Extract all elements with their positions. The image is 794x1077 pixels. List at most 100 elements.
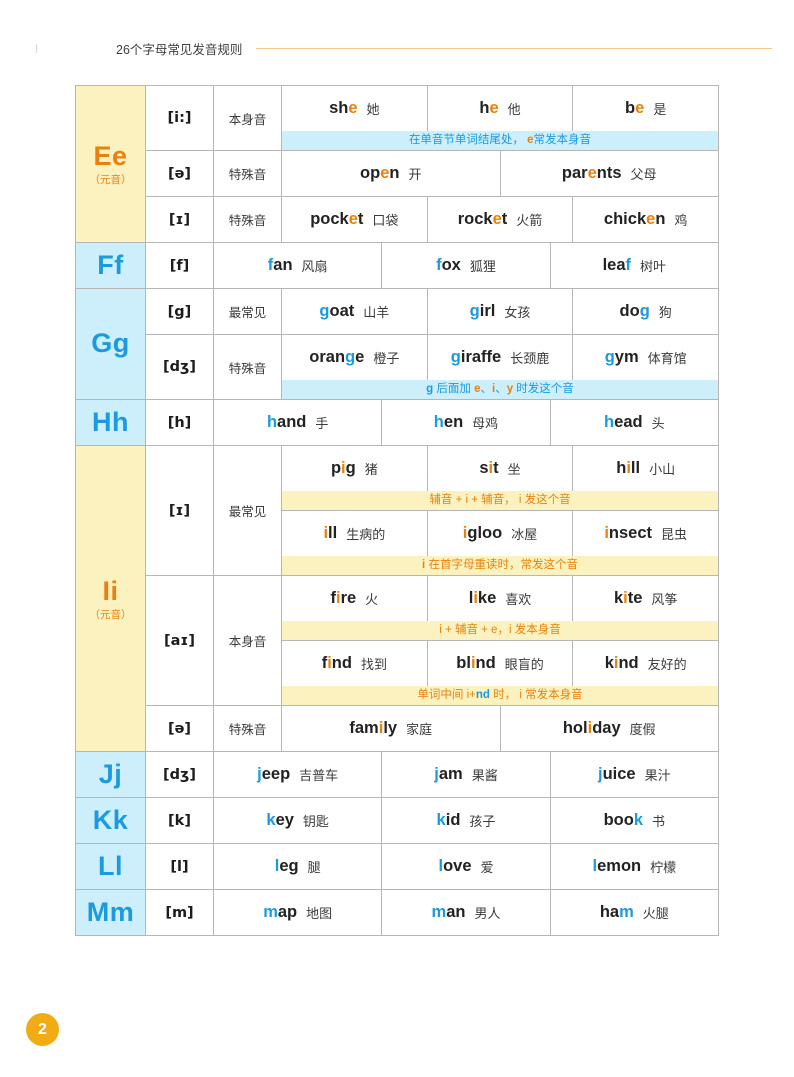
word-english: open — [360, 164, 400, 182]
word-translation: 体育馆 — [647, 351, 687, 366]
phonetic-symbol-cell: [g] — [145, 288, 214, 335]
phonetic-symbol-cell: [ə] — [145, 705, 214, 752]
word-translation: 果酱 — [471, 768, 498, 783]
word-translation: 火 — [365, 592, 379, 607]
phonetic-symbol-cell: [f] — [145, 242, 214, 289]
highlighted-letter: k — [436, 811, 446, 829]
highlighted-letter: e — [489, 99, 499, 117]
highlighted-letter: m — [263, 903, 278, 921]
highlighted-letter: j — [598, 765, 603, 783]
word-english: leg — [274, 857, 299, 875]
examples-cell: pocket 口袋 rocket 火箭 chicken 鸡 — [281, 196, 719, 243]
letter-cell-ll: Ll — [75, 843, 146, 890]
word-translation: 手 — [315, 416, 329, 431]
word-english: family — [349, 719, 398, 737]
examples-cell: goat 山羊 girl 女孩 dog 狗 — [281, 288, 719, 335]
word-english: man — [431, 903, 466, 921]
word-translation: 柠檬 — [650, 860, 677, 875]
example-word: pocket 口袋 — [282, 197, 428, 242]
word-translation: 昆虫 — [661, 527, 688, 542]
letter-label: Kk — [92, 804, 129, 835]
examples-cell: leg 腿 love 爱 lemon 柠檬 — [213, 843, 719, 890]
example-word: leaf 树叶 — [551, 243, 718, 288]
word-english: sit — [479, 459, 499, 477]
example-block: find 找到 blind 眼盲的 kind 友好的 单词中间 i+nd 时， i 常发本身… — [282, 641, 718, 705]
word-english: girl — [469, 302, 496, 320]
letter-label: Gg — [91, 328, 130, 359]
sound-type-cell: 特殊音 — [213, 150, 282, 197]
word-english: head — [604, 413, 643, 431]
word-translation: 吉普车 — [299, 768, 339, 783]
word-english: gym — [604, 348, 639, 366]
sound-type-cell: 特殊音 — [213, 334, 282, 400]
example-word: head 头 — [551, 400, 718, 445]
word-translation: 冰屋 — [511, 527, 538, 542]
example-block: jeep 吉普车 jam 果酱 juice 果汁 — [214, 752, 718, 797]
word-translation: 他 — [507, 102, 521, 117]
rule-note: g 后面加 e、i、y 时发这个音 — [282, 380, 718, 399]
word-english: giraffe — [450, 348, 502, 366]
highlighted-letter: m — [431, 903, 447, 921]
word-english: fire — [330, 589, 357, 607]
example-word: ham 火腿 — [551, 890, 718, 935]
examples-cell: pig 猪 sit 坐 hill 小山 辅音 + i + 辅音， i 发这个音 ill 生病的 i… — [281, 445, 719, 576]
word-english: he — [479, 99, 499, 117]
rule-note: 在单音节单词结尾处， e常发本身音 — [282, 131, 718, 150]
word-translation: 是 — [653, 102, 667, 117]
highlighted-letter: i — [473, 589, 478, 607]
highlighted-letter: i — [604, 524, 609, 542]
word-translation: 地图 — [306, 906, 333, 921]
word-english: she — [329, 99, 358, 117]
highlighted-letter: i — [341, 459, 346, 477]
example-block: fire 火 like 喜欢 kite 风筝 i + 辅音 + e，i 发本身音 — [282, 576, 718, 641]
table-body: Ee （元音） [i:] 本身音 she 她 he 他 be 是在单音节单词结尾处， e常发本身音… — [75, 85, 719, 936]
example-word: find 找到 — [282, 641, 428, 686]
table-row: Hh [h] hand 手 hen 母鸡 head 头 — [75, 399, 719, 446]
example-row: open 开 parents 父母 — [282, 151, 718, 196]
word-english: ill — [323, 524, 338, 542]
examples-cell: jeep 吉普车 jam 果酱 juice 果汁 — [213, 751, 719, 798]
word-english: kind — [604, 654, 639, 672]
word-english: ham — [599, 903, 634, 921]
rule-note: i 在首字母重读时，常发这个音 — [282, 556, 718, 575]
example-block: pocket 口袋 rocket 火箭 chicken 鸡 — [282, 197, 718, 242]
example-word: be 是 — [573, 86, 718, 131]
highlighted-letter: h — [604, 413, 615, 431]
table-row: Gg [g] 最常见 goat 山羊 girl 女孩 dog 狗 — [75, 288, 719, 400]
note-emphasis: e — [474, 383, 481, 395]
phonetic-symbol-cell: [k] — [145, 797, 214, 844]
highlighted-letter: i — [626, 459, 631, 477]
example-word: leg 腿 — [214, 844, 383, 889]
example-word: fox 狐狸 — [382, 243, 551, 288]
word-translation: 火箭 — [516, 213, 543, 228]
word-translation: 小山 — [649, 462, 676, 477]
word-translation: 开 — [408, 167, 422, 182]
pronunciation-rules-table: Ee （元音） [i:] 本身音 she 她 he 他 be 是在单音节单词结尾处， e常发本身音… — [75, 85, 719, 936]
example-word: jam 果酱 — [382, 752, 551, 797]
example-word: open 开 — [282, 151, 501, 196]
example-row: fan 风扇 fox 狐狸 leaf 树叶 — [214, 243, 718, 288]
examples-cell: orange 橙子 giraffe 长颈鹿 gym 体育馆 g 后面加 e、i、y 时发这个… — [281, 334, 719, 400]
word-translation: 找到 — [360, 657, 387, 672]
highlighted-letter: e — [348, 210, 358, 228]
word-translation: 风扇 — [301, 259, 328, 274]
phonetic-symbol-cell: [ə] — [145, 150, 214, 197]
highlighted-letter: f — [436, 256, 442, 274]
examples-cell: key 钥匙 kid 孩子 book 书 — [213, 797, 719, 844]
word-english: orange — [309, 348, 365, 366]
example-word: dog 狗 — [573, 289, 718, 334]
highlighted-letter: g — [345, 348, 356, 366]
table-row: Ii （元音） [ɪ] 最常见 pig 猪 sit 坐 hill 小山 辅音 + i + 辅音， i… — [75, 445, 719, 752]
letter-cell-ee: Ee （元音） — [75, 85, 146, 243]
table-row: Ee （元音） [i:] 本身音 she 她 he 他 be 是在单音节单词结尾处， e常发本身音 — [75, 85, 719, 243]
letter-cell-mm: Mm — [75, 889, 146, 936]
examples-cell: fire 火 like 喜欢 kite 风筝 i + 辅音 + e，i 发本身音 find 找到… — [281, 575, 719, 706]
example-word: hand 手 — [214, 400, 383, 445]
word-translation: 钥匙 — [302, 814, 329, 829]
table-row: Ll [l] leg 腿 love 爱 lemon 柠檬 — [75, 843, 719, 890]
word-english: pocket — [310, 210, 364, 228]
word-translation: 狐狸 — [469, 259, 496, 274]
word-english: pig — [330, 459, 356, 477]
highlighted-letter: i — [488, 459, 494, 477]
highlighted-letter: i — [323, 524, 329, 542]
